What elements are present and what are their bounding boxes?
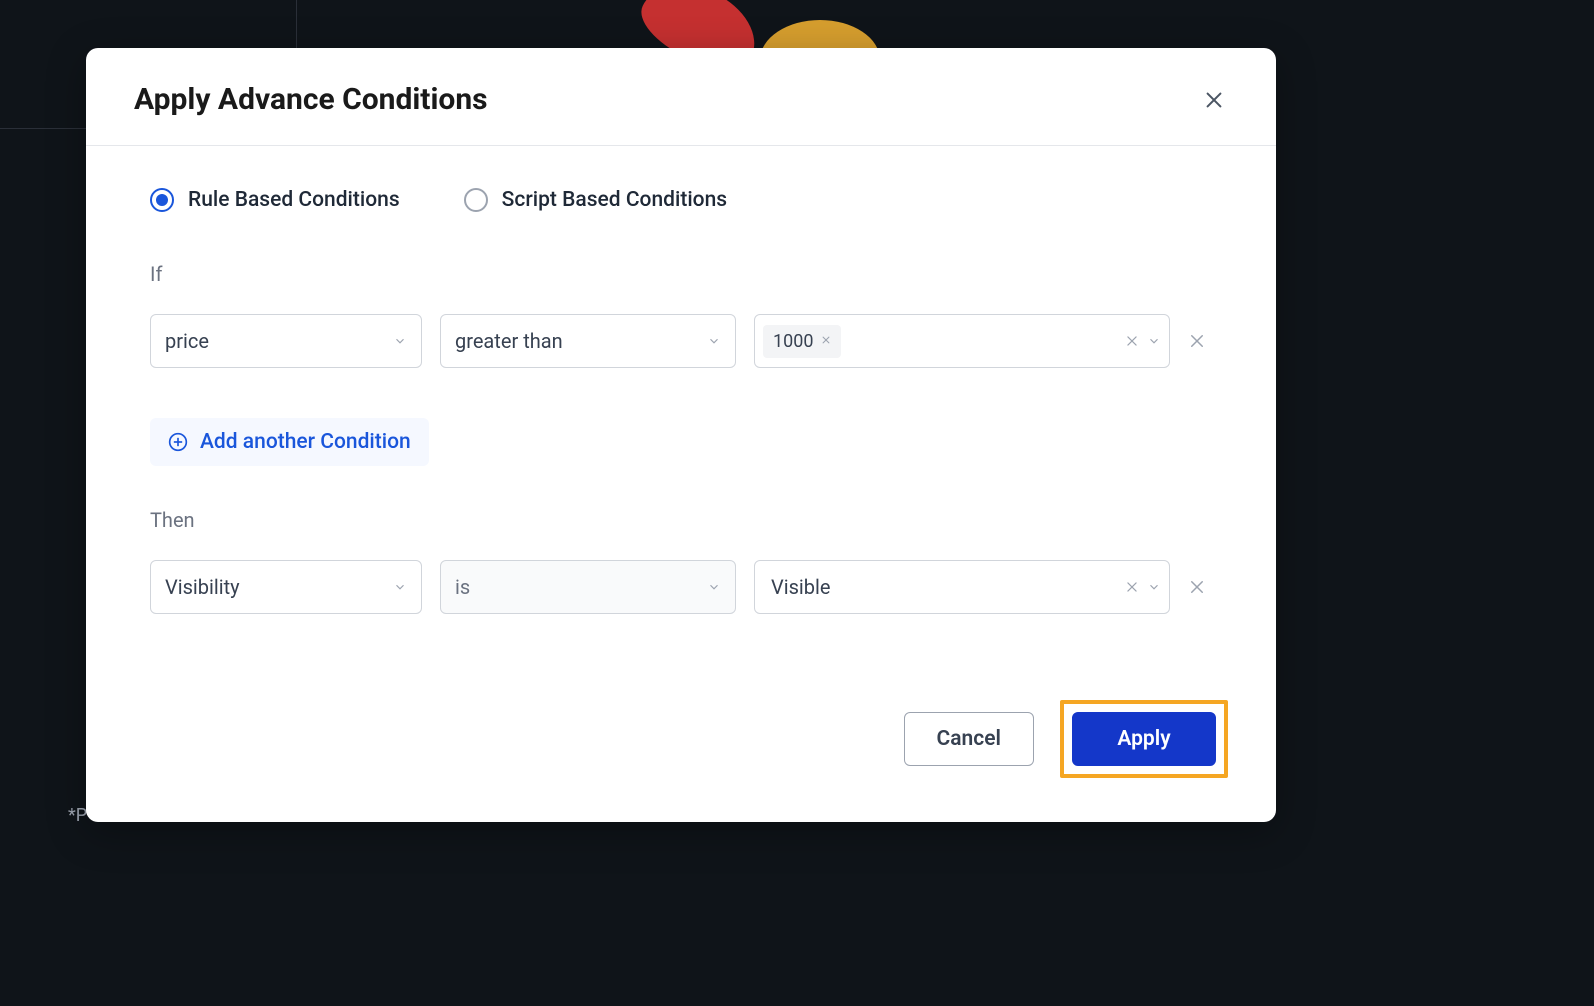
if-operator-select[interactable]: greater than <box>440 314 736 368</box>
then-label: Then <box>150 508 1212 532</box>
then-field-value: Visibility <box>165 575 240 599</box>
if-field-select[interactable]: price <box>150 314 422 368</box>
remove-then-row-button[interactable] <box>1188 578 1206 596</box>
if-value-tag-text: 1000 <box>773 331 813 352</box>
close-icon <box>1203 89 1225 111</box>
modal-body: Rule Based Conditions Script Based Condi… <box>86 146 1276 700</box>
modal-header: Apply Advance Conditions <box>86 48 1276 146</box>
close-icon <box>1188 578 1206 596</box>
cancel-button[interactable]: Cancel <box>904 712 1034 766</box>
then-condition-row: Visibility is Visible <box>150 560 1212 614</box>
remove-if-row-button[interactable] <box>1188 332 1206 350</box>
backdrop-partial-text: *P <box>68 805 87 826</box>
remove-tag-icon[interactable] <box>821 333 831 349</box>
close-button[interactable] <box>1200 86 1228 114</box>
close-icon <box>1188 332 1206 350</box>
chevron-down-icon <box>1147 334 1161 348</box>
if-value-select[interactable]: 1000 <box>754 314 1170 368</box>
then-value-select[interactable]: Visible <box>754 560 1170 614</box>
radio-rule-label: Rule Based Conditions <box>188 188 400 212</box>
if-condition-row: price greater than 1000 <box>150 314 1212 368</box>
radio-circle-icon <box>150 188 174 212</box>
apply-highlight-box: Apply <box>1060 700 1228 778</box>
chevron-down-icon <box>707 580 721 594</box>
clear-value-icon[interactable] <box>1125 575 1139 599</box>
clear-value-icon[interactable] <box>1125 329 1139 353</box>
if-value-tag: 1000 <box>763 325 841 358</box>
then-value-text: Visible <box>763 575 830 599</box>
condition-type-radio-group: Rule Based Conditions Script Based Condi… <box>150 188 1212 212</box>
modal-title: Apply Advance Conditions <box>134 82 488 117</box>
plus-circle-icon <box>168 432 188 452</box>
chevron-down-icon <box>707 334 721 348</box>
modal-footer: Cancel Apply <box>86 700 1276 822</box>
add-condition-label: Add another Condition <box>200 430 411 454</box>
if-label: If <box>150 262 1212 286</box>
radio-script-based[interactable]: Script Based Conditions <box>464 188 727 212</box>
then-operator-select[interactable]: is <box>440 560 736 614</box>
chevron-down-icon <box>1147 580 1161 594</box>
chevron-down-icon <box>393 334 407 348</box>
radio-circle-icon <box>464 188 488 212</box>
add-condition-button[interactable]: Add another Condition <box>150 418 429 466</box>
radio-dot-icon <box>156 194 168 206</box>
then-operator-value: is <box>455 575 470 599</box>
conditions-modal: Apply Advance Conditions Rule Based Cond… <box>86 48 1276 822</box>
radio-rule-based[interactable]: Rule Based Conditions <box>150 188 400 212</box>
chevron-down-icon <box>393 580 407 594</box>
then-field-select[interactable]: Visibility <box>150 560 422 614</box>
if-operator-value: greater than <box>455 329 563 353</box>
apply-button[interactable]: Apply <box>1072 712 1216 766</box>
radio-script-label: Script Based Conditions <box>502 188 727 212</box>
if-field-value: price <box>165 329 209 353</box>
